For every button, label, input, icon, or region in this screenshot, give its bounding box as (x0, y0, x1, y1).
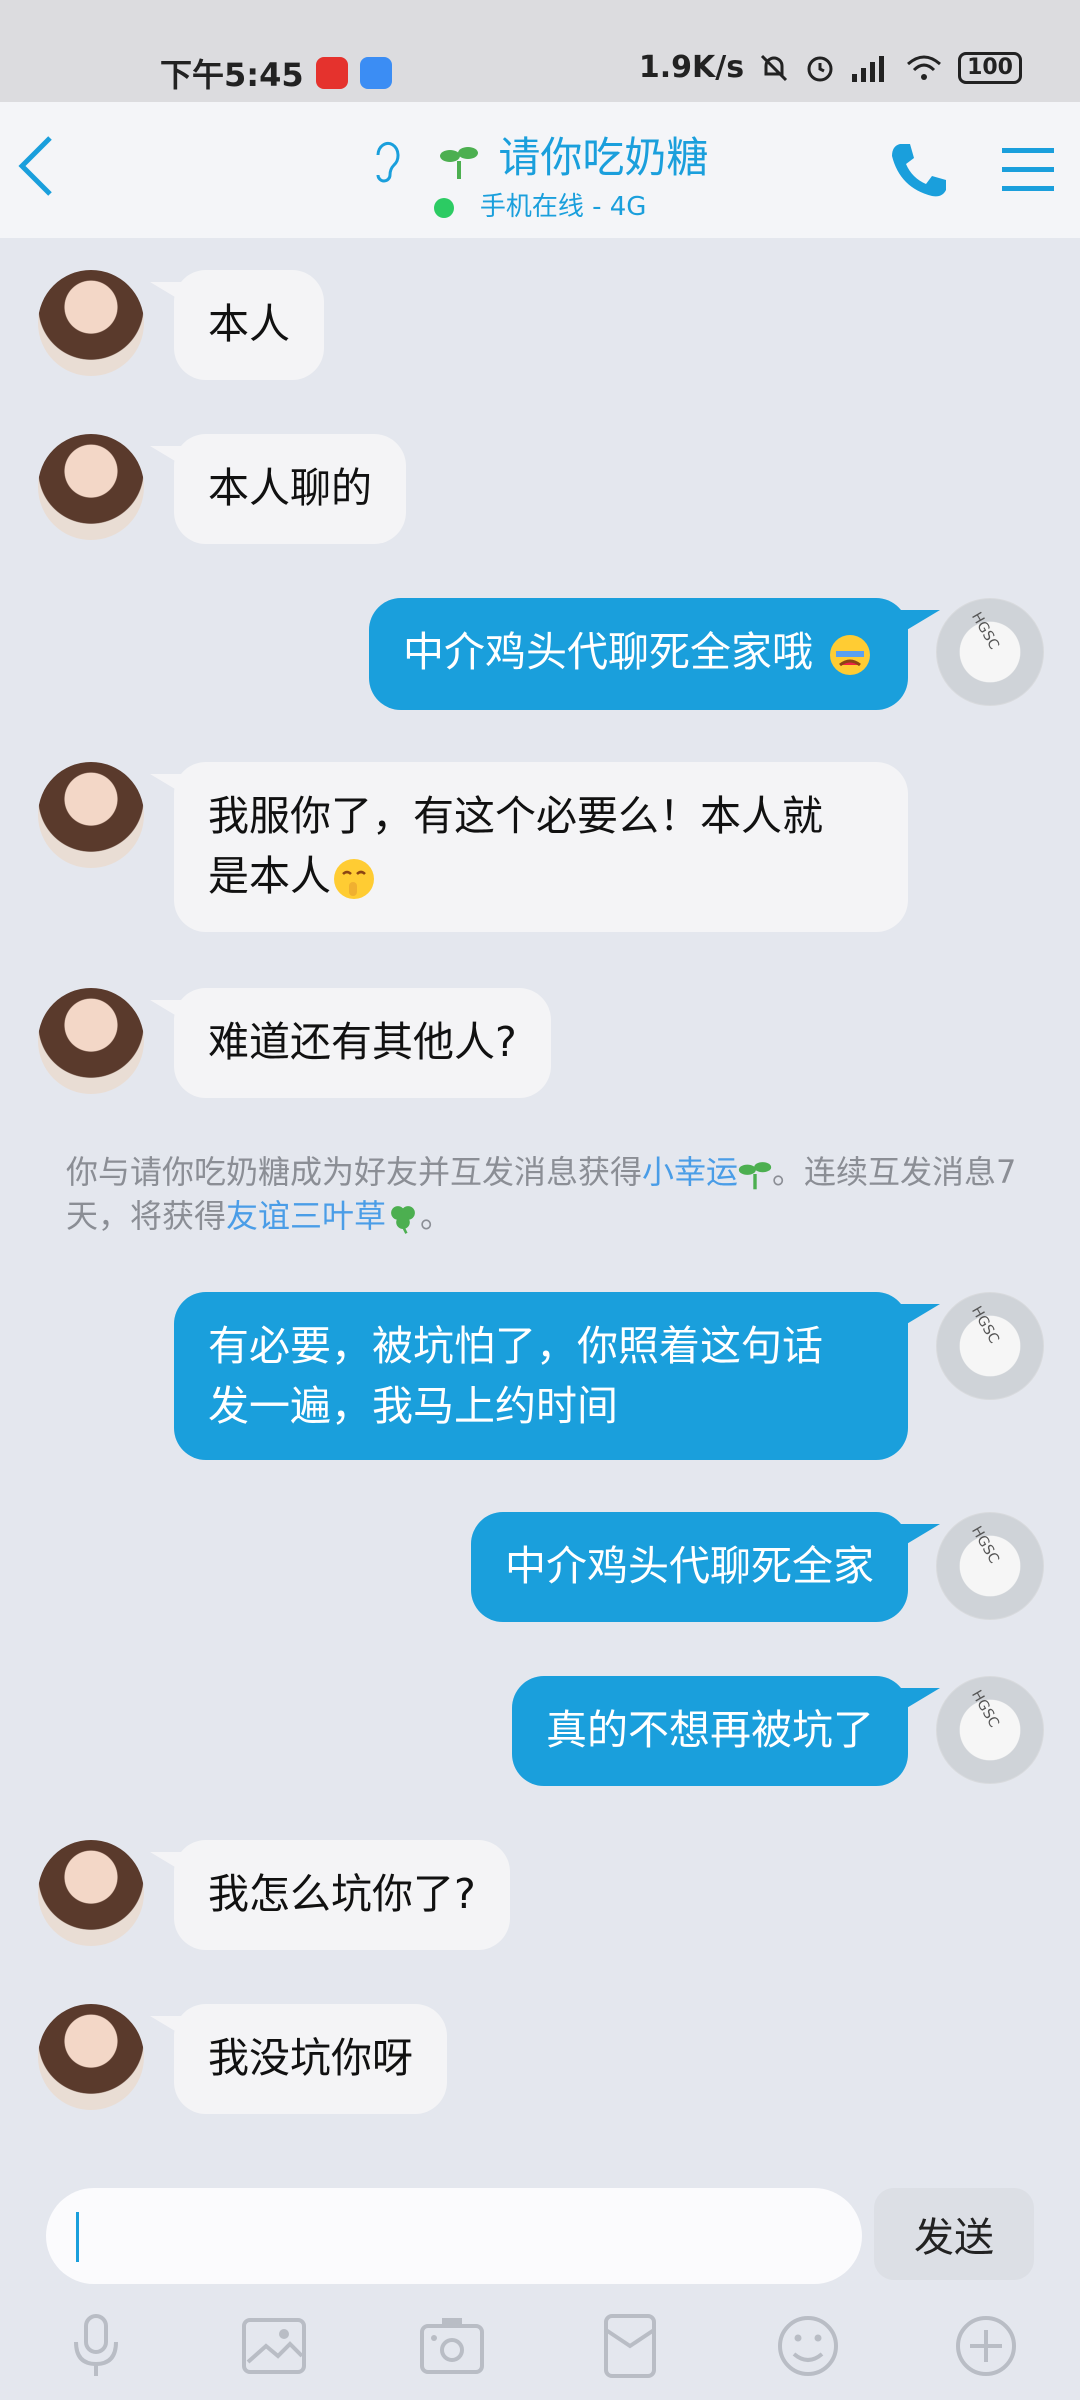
message-input[interactable] (46, 2188, 862, 2284)
network-speed: 1.9K/s (638, 50, 745, 85)
message-bubble[interactable]: 有必要，被坑怕了，你照着这句话 发一遍，我马上约时间 (174, 1292, 908, 1460)
message-row: HGSC 中介鸡头代聊死全家 (0, 1512, 1080, 1632)
image-icon[interactable] (238, 2310, 310, 2382)
contact-avatar[interactable] (38, 988, 144, 1094)
message-bubble[interactable]: 本人聊的 (174, 434, 406, 544)
notice-text: 。连续互发消息7 (772, 1153, 1017, 1191)
my-avatar[interactable]: HGSC (936, 1512, 1044, 1620)
battery-icon: 100 (958, 51, 1022, 84)
message-row: 难道还有其他人? (0, 988, 1080, 1108)
camera-icon[interactable] (416, 2310, 488, 2382)
sprout-icon (439, 146, 478, 179)
message-bubble[interactable]: 我没坑你呀 (174, 2004, 447, 2114)
send-button[interactable]: 发送 (874, 2188, 1034, 2280)
emoji-icon[interactable] (772, 2310, 844, 2382)
earpiece-icon[interactable] (372, 139, 402, 183)
message-text: 难道还有其他人? (208, 1018, 517, 1066)
message-text: 本人聊的 (208, 464, 372, 512)
voice-icon[interactable] (60, 2310, 132, 2382)
my-avatar[interactable]: HGSC (936, 598, 1044, 706)
red-packet-icon[interactable] (594, 2310, 666, 2382)
input-toolbar (0, 2310, 1080, 2390)
chat-header: 请你吃奶糖 手机在线 - 4G (0, 102, 1080, 238)
signal-icon (852, 55, 885, 82)
status-right: 1.9K/s 100 (639, 50, 1022, 85)
phone-icon[interactable] (886, 138, 950, 202)
message-row: HGSC 中介鸡头代聊死全家哦 (0, 598, 1080, 718)
message-text: 中介鸡头代聊死全家哦 (402, 628, 813, 676)
mute-bell-icon (761, 54, 788, 81)
message-bubble[interactable]: 难道还有其他人? (174, 988, 551, 1098)
notice-text: 你与请你吃奶糖成为好友并互发消息获得 (66, 1153, 643, 1191)
message-row: 我服你了，有这个必要么！本人就 是本人 (0, 762, 1080, 932)
message-text: 我怎么坑你了? (208, 1870, 476, 1918)
message-text: 本人 (208, 300, 290, 348)
message-text-line: 发一遍，我马上约时间 (208, 1382, 618, 1430)
menu-icon[interactable] (1002, 146, 1054, 194)
clover-icon (391, 1206, 415, 1234)
alarm-icon (807, 56, 833, 81)
message-bubble[interactable]: 我怎么坑你了? (174, 1840, 510, 1950)
my-avatar[interactable]: HGSC (936, 1676, 1044, 1784)
sprout-icon (738, 1162, 772, 1190)
message-bubble[interactable]: 我服你了，有这个必要么！本人就 是本人 (174, 762, 908, 932)
status-time: 下午5:45 (160, 56, 304, 94)
message-row: 我没坑你呀 (0, 2004, 1080, 2124)
wifi-icon (907, 55, 942, 80)
contact-avatar[interactable] (38, 762, 144, 868)
text-cursor (76, 2212, 79, 2262)
message-row: 我怎么坑你了? (0, 1840, 1080, 1960)
plus-icon[interactable] (950, 2310, 1022, 2382)
chat-title: 请你吃奶糖 (498, 133, 709, 182)
avatar-stamp-text: HGSC (968, 1303, 1002, 1347)
message-text: 中介鸡头代聊死全家 (505, 1542, 874, 1590)
notice-text: 。 (420, 1197, 453, 1235)
message-bubble[interactable]: 本人 (174, 270, 324, 380)
message-text: 我没坑你呀 (208, 2034, 413, 2082)
system-notice: 你与请你吃奶糖成为好友并互发消息获得小幸运 。连续互发消息7 天，将获得友谊三叶草。 (66, 1150, 1026, 1238)
message-bubble[interactable]: 中介鸡头代聊死全家哦 (368, 598, 908, 710)
contact-avatar[interactable] (38, 434, 144, 540)
status-left: 下午5:45 (160, 50, 392, 96)
shh-emoji (334, 859, 374, 899)
message-text: 真的不想再被坑了 (546, 1706, 874, 1754)
contact-avatar[interactable] (38, 1840, 144, 1946)
status-bar: 下午5:45 1.9K/s 100 (0, 0, 1080, 102)
message-text-line: 我服你了，有这个必要么！本人就 (208, 792, 823, 840)
my-avatar[interactable]: HGSC (936, 1292, 1044, 1400)
message-bubble[interactable]: 真的不想再被坑了 (512, 1676, 908, 1786)
avatar-stamp-text: HGSC (968, 609, 1002, 653)
message-row: 本人 (0, 270, 1080, 390)
friendship-clover-link[interactable]: 友谊三叶草 (226, 1197, 386, 1235)
message-text-line: 有必要，被坑怕了，你照着这句话 (208, 1322, 823, 1370)
contact-avatar[interactable] (38, 270, 144, 376)
avatar-stamp-text: HGSC (968, 1523, 1002, 1567)
message-text-line: 是本人 (208, 846, 874, 906)
notice-text: 天，将获得 (66, 1197, 227, 1235)
message-row: 本人聊的 (0, 434, 1080, 554)
message-row: HGSC 有必要，被坑怕了，你照着这句话 发一遍，我马上约时间 (0, 1292, 1080, 1460)
netease-music-icon (315, 57, 348, 89)
little-luck-link[interactable]: 小幸运 (642, 1153, 738, 1191)
online-dot-icon (433, 197, 454, 218)
contact-avatar[interactable] (38, 2004, 144, 2110)
message-row: HGSC 真的不想再被坑了 (0, 1676, 1080, 1796)
avatar-stamp-text: HGSC (968, 1687, 1002, 1731)
app-icon (359, 57, 392, 89)
input-bar: 发送 (0, 2170, 1080, 2400)
message-bubble[interactable]: 中介鸡头代聊死全家 (471, 1512, 908, 1622)
online-status-text: 手机在线 - 4G (479, 192, 647, 222)
crying-emoji (830, 635, 870, 675)
